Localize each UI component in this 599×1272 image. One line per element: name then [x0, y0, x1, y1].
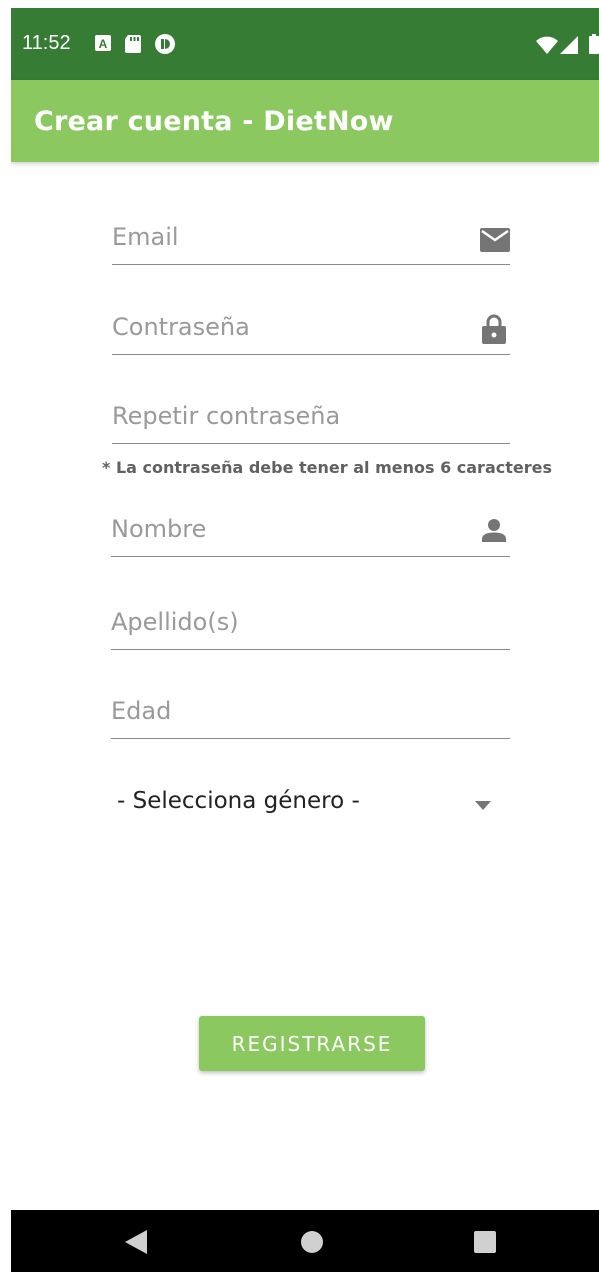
app-frame: 11:52 A Crear cuenta - DietNow Email * L… [11, 8, 599, 1272]
repeat-password-field-container [112, 393, 510, 444]
age-field[interactable] [111, 688, 471, 734]
mail-icon [480, 228, 510, 257]
wifi-icon [536, 36, 558, 59]
password-field[interactable] [112, 304, 472, 350]
svg-text:A: A [99, 37, 108, 51]
status-bar: 11:52 A [11, 8, 599, 80]
register-button[interactable]: REGISTRARSE [199, 1016, 425, 1071]
last-name-field[interactable] [111, 599, 471, 645]
notification-icon [155, 34, 175, 59]
age-field-container [111, 688, 510, 739]
recents-icon[interactable] [474, 1231, 496, 1258]
page-title: Crear cuenta - DietNow [34, 106, 394, 137]
repeat-password-field[interactable] [112, 393, 472, 439]
password-field-container [112, 304, 510, 355]
email-field-container [112, 214, 510, 265]
back-icon[interactable] [125, 1230, 147, 1259]
battery-icon [589, 34, 599, 59]
home-icon[interactable] [301, 1231, 323, 1258]
app-bar: Crear cuenta - DietNow [11, 80, 599, 162]
dropdown-arrow-icon [475, 797, 491, 815]
gender-select-value: - Selecciona género - [117, 788, 360, 814]
lock-icon [482, 314, 506, 349]
email-field[interactable] [112, 214, 472, 260]
person-icon [482, 518, 506, 547]
first-name-field-container [111, 506, 510, 557]
gender-select[interactable]: - Selecciona género - [111, 778, 501, 826]
last-name-field-container [111, 599, 510, 650]
signal-icon [560, 36, 578, 59]
navigation-bar [11, 1210, 599, 1272]
sd-card-icon [124, 34, 142, 59]
status-time: 11:52 [22, 32, 71, 54]
a-icon: A [94, 34, 112, 57]
password-hint: * La contraseña debe tener al menos 6 ca… [102, 458, 552, 477]
first-name-field[interactable] [111, 506, 471, 552]
